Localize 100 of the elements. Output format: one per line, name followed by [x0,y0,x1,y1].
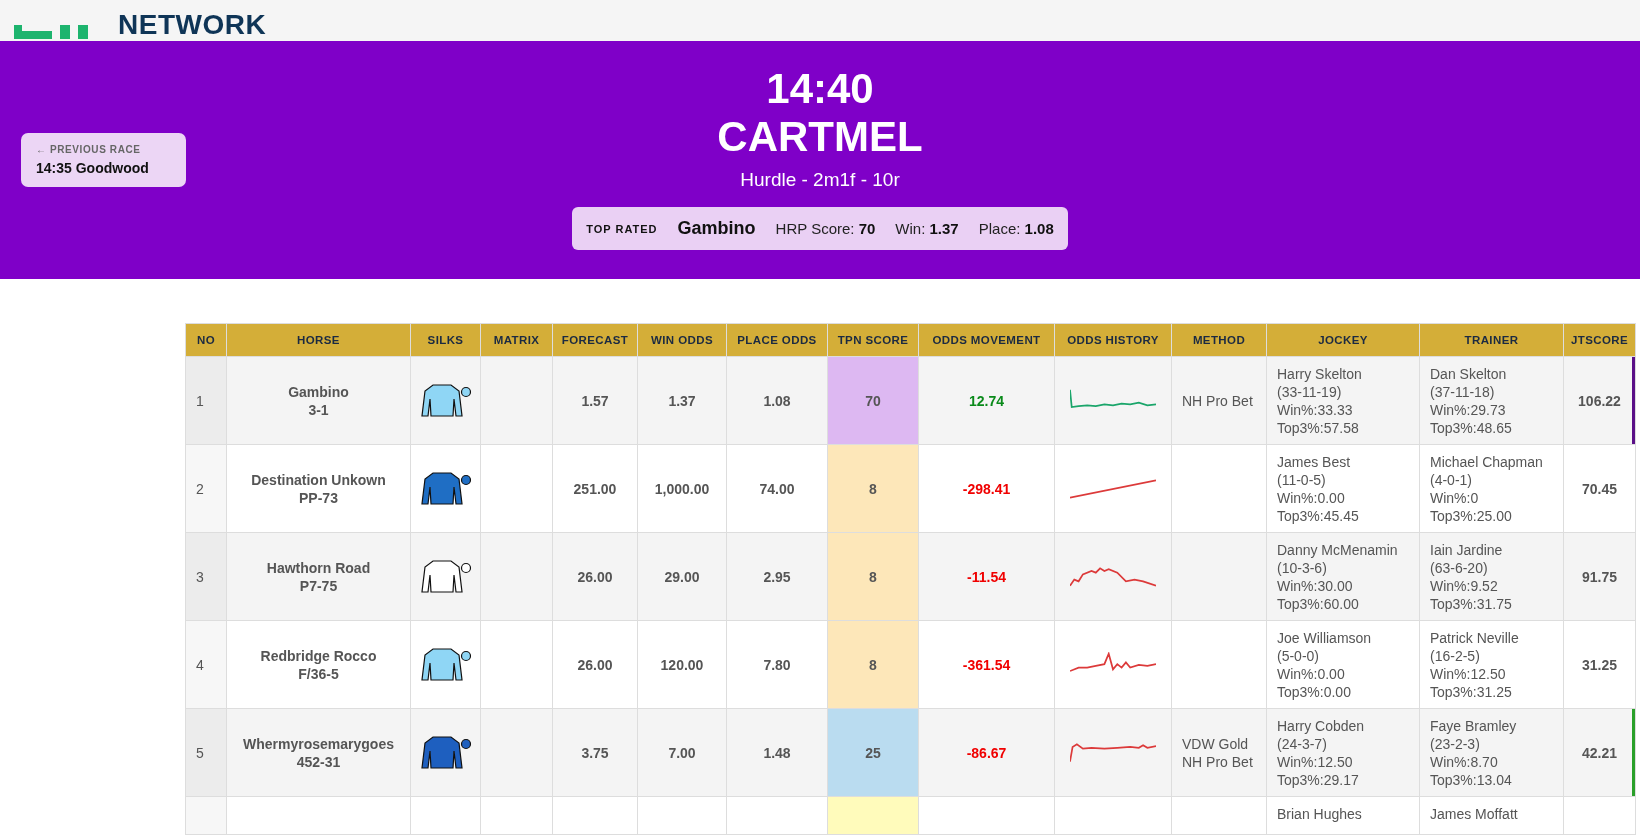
place-odds-cell: 74.00 [726,444,828,533]
top-rated-horse: Gambino [677,218,756,239]
trainer-stat: Win%:9.52 [1430,576,1499,595]
horse-name[interactable]: Whermyrosemarygoes [237,734,400,753]
row-number: 5 [185,708,227,797]
tpn-score-cell: 70 [827,356,919,445]
forecast-cell: 1.57 [552,356,638,445]
column-header[interactable]: TPN SCORE [827,323,919,357]
jockey-stat: Win%:30.00 [1277,576,1354,595]
jockey-stat: Win%:0.00 [1277,488,1346,507]
jockey-stat: (24-3-7) [1277,734,1328,753]
jockey-stat: Top3%:57.58 [1277,418,1360,437]
trainer-stat: Win%:0 [1430,488,1480,507]
method-name: VDW Gold [1182,734,1250,753]
previous-race-name: 14:35 Goodwood [36,160,149,176]
jt-score: 42.21 [1581,744,1617,761]
row-number: 4 [185,620,227,709]
jt-score: 70.45 [1581,480,1617,497]
horse-name[interactable]: Hawthorn Road [237,558,400,577]
jockey-stat: Top3%:0.00 [1277,682,1352,701]
jockey-stat: (33-11-19) [1277,382,1343,401]
horse-form: 452-31 [295,752,342,771]
trainer-name[interactable]: Iain Jardine [1430,540,1553,559]
column-header[interactable]: ODDS HISTORY [1054,323,1172,357]
column-header[interactable]: METHOD [1171,323,1267,357]
column-header[interactable]: SILKS [410,323,481,357]
trainer-stat: Win%:12.50 [1430,664,1507,683]
jockey-stat: (11-0-5) [1277,470,1327,489]
horse-name[interactable]: Redbridge Rocco [237,646,400,665]
race-time: 14:40 [766,65,874,113]
trainer-stat: Win%:8.70 [1430,752,1499,771]
trainer-stat: (16-2-5) [1430,646,1481,665]
trainer-stat: Top3%:31.75 [1430,594,1513,613]
column-header[interactable]: WIN ODDS [637,323,727,357]
jockey-stat: (10-3-6) [1277,558,1328,577]
column-header[interactable]: NO [185,323,227,357]
race-course: CARTMEL [717,113,923,161]
trainer-stat: Top3%:13.04 [1430,770,1513,789]
jt-score: 91.75 [1581,568,1617,585]
trainer-stat: (23-2-3) [1430,734,1481,753]
previous-race-label: ← PREVIOUS RACE [36,144,141,155]
top-rated-stat: HRP Score: 70 [775,220,876,237]
horse-form: P7-75 [298,576,339,595]
jockey-stat: Top3%:45.45 [1277,506,1360,525]
forecast-cell: 251.00 [552,444,638,533]
jockey-name[interactable]: Danny McMenamin [1277,540,1409,559]
column-header[interactable]: FORECAST [552,323,638,357]
place-odds-cell: 7.80 [726,620,828,709]
win-odds-cell: 29.00 [637,532,727,621]
horse-form: 3-1 [307,400,330,419]
place-odds-cell: 2.95 [726,532,828,621]
trainer-name[interactable]: Faye Bramley [1430,716,1553,735]
forecast-cell: 26.00 [552,620,638,709]
odds-movement-cell: 12.74 [918,356,1055,445]
jockey-stat: (5-0-0) [1277,646,1320,665]
jockey-stat: Win%:33.33 [1277,400,1354,419]
top-rated-stat: Place: 1.08 [978,220,1054,237]
race-details: Hurdle - 2m1f - 10r [740,169,900,191]
trainer-stat: Top3%:31.25 [1430,682,1513,701]
column-header[interactable]: PLACE ODDS [726,323,828,357]
row-number: 2 [185,444,227,533]
win-odds-cell: 1,000.00 [637,444,727,533]
trainer-stat: Top3%:25.00 [1430,506,1513,525]
trainer-name[interactable]: Patrick Neville [1430,628,1553,647]
horse-name[interactable]: Gambino [237,382,400,401]
place-odds-cell: 1.08 [726,356,828,445]
tpn-score-cell: 25 [827,708,919,797]
jt-score: 31.25 [1581,656,1617,673]
column-header[interactable]: ODDS MOVEMENT [918,323,1055,357]
column-header[interactable]: MATRIX [480,323,553,357]
trainer-name[interactable]: Dan Skelton [1430,364,1553,383]
horse-form: F/36-5 [297,664,340,683]
column-header[interactable]: TRAINER [1419,323,1564,357]
odds-movement-cell: -11.54 [918,532,1055,621]
odds-movement-cell: -361.54 [918,620,1055,709]
tpn-score-cell: 8 [827,620,919,709]
win-odds-cell: 7.00 [637,708,727,797]
top-rated-label: TOP RATED [586,222,658,235]
horse-name[interactable]: Destination Unkown [237,470,400,489]
row-number: 3 [185,532,227,621]
column-header[interactable]: HORSE [226,323,411,357]
jockey-stat: Win%:0.00 [1277,664,1346,683]
method-name: NH Pro Bet [1182,391,1254,410]
place-odds-cell: 1.48 [726,708,828,797]
trainer-name[interactable]: Michael Chapman [1430,452,1553,471]
previous-race-button[interactable]: ← PREVIOUS RACE 14:35 Goodwood [21,133,186,187]
tpn-score-cell: 8 [827,532,919,621]
jockey-name[interactable]: Harry Skelton [1277,364,1409,383]
odds-movement-cell: -86.67 [918,708,1055,797]
odds-movement-cell: -298.41 [918,444,1055,533]
jockey-name[interactable]: Joe Williamson [1277,628,1409,647]
column-header[interactable]: JTSCORE [1563,323,1636,357]
jockey-stat: Top3%:29.17 [1277,770,1360,789]
jockey-name[interactable]: James Best [1277,452,1409,471]
column-header[interactable]: JOCKEY [1266,323,1420,357]
row-number: 1 [185,356,227,445]
method-name: NH Pro Bet [1182,752,1254,771]
jockey-name[interactable]: Harry Cobden [1277,716,1409,735]
top-rated-stat: Win: 1.37 [895,220,959,237]
horse-form: PP-73 [298,488,339,507]
